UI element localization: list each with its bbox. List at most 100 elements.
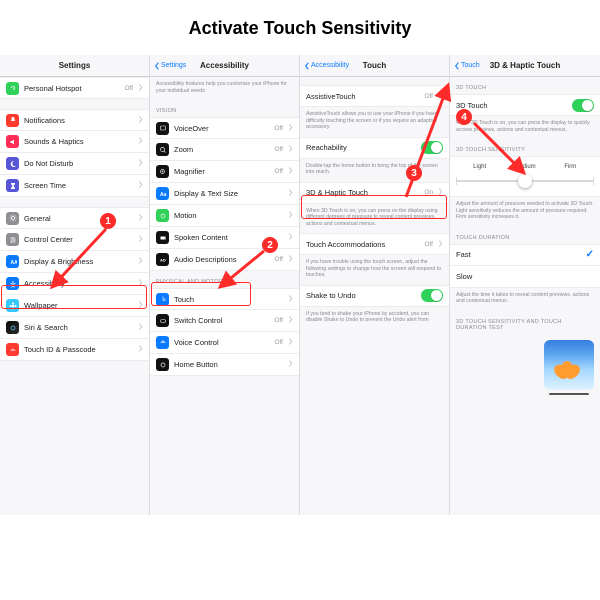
row-notifications[interactable]: Notifications <box>0 109 149 131</box>
row-screen-time[interactable]: Screen Time <box>0 175 149 197</box>
reachability-desc: Double-tap the home button to bring the … <box>300 159 449 182</box>
row-fast[interactable]: Fast✓ <box>450 244 600 266</box>
chevron-right-icon <box>288 124 293 133</box>
nav-3d-haptic: Touch 3D & Haptic Touch <box>450 55 600 77</box>
row-motion[interactable]: Motion <box>150 205 299 227</box>
motion-icon <box>156 209 169 222</box>
3d-touch-toggle[interactable] <box>572 99 594 112</box>
page-title: Activate Touch Sensitivity <box>0 18 600 39</box>
row-label: VoiceOver <box>174 124 269 133</box>
row-value: Off <box>424 241 433 248</box>
row-3d-haptic-touch[interactable]: 3D & Haptic Touch On <box>300 182 449 204</box>
group-physical-motor: PHYSICAL AND MOTOR <box>150 271 299 288</box>
row-label: Display & Brightness <box>24 257 133 266</box>
chevron-right-icon <box>288 338 293 347</box>
slider-thumb[interactable] <box>518 174 532 188</box>
row-home-button[interactable]: Home Button <box>150 354 299 376</box>
row-touch[interactable]: Touch <box>150 288 299 310</box>
row-label: Switch Control <box>174 316 269 325</box>
row-display-brightness[interactable]: AA Display & Brightness <box>0 251 149 273</box>
row-value: Off <box>124 85 133 92</box>
back-label: Touch <box>461 62 480 69</box>
row-accessibility[interactable]: Accessibility <box>0 273 149 295</box>
shake-undo-toggle[interactable] <box>421 289 443 302</box>
back-button[interactable]: Touch <box>454 62 480 70</box>
row-general[interactable]: General <box>0 207 149 229</box>
callout-4: 4 <box>456 109 472 125</box>
nav-touch: Accessibility Touch <box>300 55 449 77</box>
nav-title: Settings <box>59 61 91 70</box>
seg-firm[interactable]: Firm <box>548 162 593 172</box>
chevron-right-icon <box>138 235 143 244</box>
row-personal-hotspot[interactable]: Personal Hotspot Off <box>0 77 149 99</box>
chevron-right-icon <box>138 301 143 310</box>
3d-touch-desc: When 3D Touch is on, you can press the d… <box>450 116 600 139</box>
row-sounds-haptics[interactable]: Sounds & Haptics <box>0 131 149 153</box>
brightness-icon: AA <box>6 255 19 268</box>
siri-icon <box>6 321 19 334</box>
svg-text:Aa: Aa <box>160 192 167 198</box>
row-do-not-disturb[interactable]: Do Not Disturb <box>0 153 149 175</box>
assistivetouch-desc: AssistiveTouch allows you to use your iP… <box>300 107 449 137</box>
chevron-right-icon <box>288 211 293 220</box>
row-voiceover[interactable]: VoiceOver Off <box>150 117 299 139</box>
row-value: On <box>424 189 433 196</box>
row-label: Notifications <box>24 116 133 125</box>
pane-settings: Settings Personal Hotspot Off Notificati… <box>0 55 150 515</box>
row-siri-search[interactable]: Siri & Search <box>0 317 149 339</box>
accessibility-icon <box>6 277 19 290</box>
chevron-right-icon <box>288 316 293 325</box>
row-assistivetouch[interactable]: AssistiveTouchOff <box>300 85 449 107</box>
row-control-center[interactable]: Control Center <box>0 229 149 251</box>
row-slow[interactable]: Slow <box>450 266 600 288</box>
nav-title: Touch <box>363 61 386 70</box>
row-value: Off <box>274 168 283 175</box>
svg-text:AA: AA <box>10 260 17 266</box>
chevron-right-icon <box>138 181 143 190</box>
row-value: Off <box>424 93 433 100</box>
row-label: Motion <box>174 211 283 220</box>
nav-title: Accessibility <box>200 61 249 70</box>
panes: Settings Personal Hotspot Off Notificati… <box>0 55 600 515</box>
row-touch-accommodations[interactable]: Touch AccommodationsOff <box>300 233 449 255</box>
row-audio-descriptions[interactable]: ADAudio DescriptionsOff <box>150 249 299 271</box>
preview-image[interactable] <box>544 340 594 390</box>
row-wallpaper[interactable]: Wallpaper <box>0 295 149 317</box>
row-label: Slow <box>456 272 594 281</box>
chevron-right-icon <box>138 279 143 288</box>
row-label: 3D & Haptic Touch <box>306 188 419 197</box>
row-label: Touch ID & Passcode <box>24 345 133 354</box>
seg-light[interactable]: Light <box>457 162 502 172</box>
row-value: Off <box>274 125 283 132</box>
sensitivity-slider[interactable] <box>456 173 594 189</box>
preview-area[interactable] <box>456 340 594 395</box>
row-touchid-passcode[interactable]: Touch ID & Passcode <box>0 339 149 361</box>
row-3d-touch-toggle[interactable]: 3D Touch <box>450 94 600 116</box>
row-reachability[interactable]: Reachability <box>300 137 449 159</box>
back-button[interactable]: Settings <box>154 62 186 70</box>
row-switch-control[interactable]: Switch ControlOff <box>150 310 299 332</box>
row-magnifier[interactable]: MagnifierOff <box>150 161 299 183</box>
row-label: Screen Time <box>24 181 133 190</box>
row-label: 3D Touch <box>456 101 567 110</box>
spoken-icon <box>156 231 169 244</box>
text-size-icon: Aa <box>156 187 169 200</box>
nav-accessibility: Settings Accessibility <box>150 55 299 77</box>
row-zoom[interactable]: ZoomOff <box>150 139 299 161</box>
chevron-right-icon <box>288 145 293 154</box>
bell-icon <box>6 114 19 127</box>
chevron-right-icon <box>288 189 293 198</box>
row-voice-control[interactable]: Voice ControlOff <box>150 332 299 354</box>
row-display-text-size[interactable]: AaDisplay & Text Size <box>150 183 299 205</box>
row-label: Personal Hotspot <box>24 84 119 93</box>
pane-touch: Accessibility Touch AssistiveTouchOff As… <box>300 55 450 515</box>
back-button[interactable]: Accessibility <box>304 62 349 70</box>
seg-medium[interactable]: Medium <box>502 162 547 172</box>
row-label: Audio Descriptions <box>174 255 269 264</box>
row-value: Off <box>274 256 283 263</box>
row-shake-undo[interactable]: Shake to Undo <box>300 285 449 307</box>
sensitivity-segmented[interactable]: Light Medium Firm <box>456 161 594 173</box>
reachability-toggle[interactable] <box>421 141 443 154</box>
gear-icon <box>6 212 19 225</box>
chevron-right-icon <box>138 214 143 223</box>
